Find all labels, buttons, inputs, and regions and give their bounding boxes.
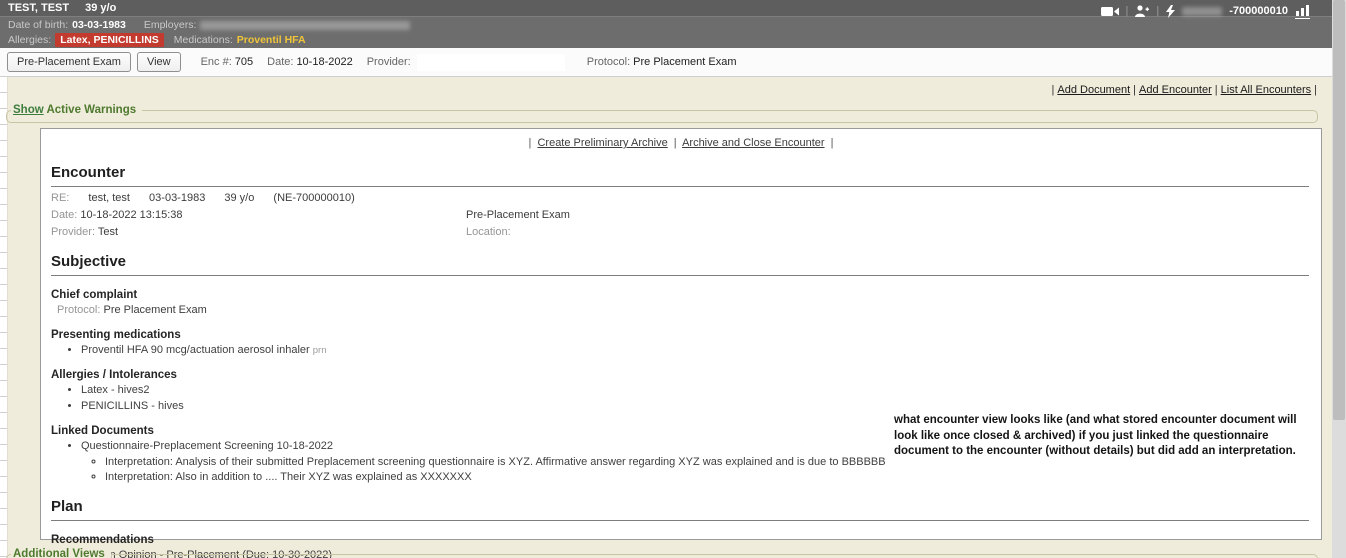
patient-allergy-row: Allergies: Latex, PENICILLINS Medication… (0, 32, 1332, 47)
vertical-scrollbar[interactable] (1332, 0, 1346, 558)
patient-age: 39 y/o (85, 2, 116, 14)
pre-placement-exam-button[interactable]: Pre-Placement Exam (7, 52, 131, 72)
re-age: 39 y/o (224, 192, 254, 204)
allergies-label: Allergies: (8, 34, 51, 46)
encounter-date-value: 10-18-2022 13:15:38 (80, 209, 182, 221)
encounter-panel: | Create Preliminary Archive | Archive a… (40, 128, 1322, 540)
encounter-re-line: RE: test, test 03-03-1983 39 y/o (NE-700… (51, 192, 1311, 204)
enc-date-label: Date: (267, 56, 293, 68)
reviewer-annotation-note: what encounter view looks like (and what… (894, 413, 1310, 460)
encounter-toolbar: Pre-Placement Exam View Enc #: 705 Date:… (0, 48, 1332, 77)
protocol-value: Pre Placement Exam (633, 56, 736, 68)
additional-views-fieldset: Additional Views (6, 554, 1318, 558)
encounter-provider-value: Test (98, 226, 118, 238)
re-dob: 03-03-1983 (149, 192, 205, 204)
left-ruler-strip (0, 77, 8, 558)
enc-date-value: 10-18-2022 (296, 56, 352, 68)
additional-views-legend: Additional Views (11, 548, 111, 558)
plan-section-heading: Plan (51, 498, 1309, 521)
presenting-medications-list: Proventil HFA 90 mcg/actuation aerosol i… (51, 344, 1311, 356)
active-warnings-legend: Show Active Warnings (11, 104, 142, 116)
employers-redacted-value (200, 21, 410, 30)
protocol-label: Protocol: (587, 56, 630, 68)
re-label: RE: (51, 192, 69, 204)
provider-redacted-value (417, 54, 565, 71)
encounter-date-label: Date: (51, 209, 77, 221)
medications-label: Medications: (174, 34, 233, 46)
re-id: (NE-700000010) (273, 192, 354, 204)
patient-name: TEST, TEST (8, 2, 69, 14)
show-warnings-link[interactable]: Show (13, 104, 44, 116)
chief-complaint-line: Protocol: Pre Placement Exam (51, 304, 1311, 316)
allergies-list: Latex - hives2 PENICILLINS - hives (51, 384, 1311, 412)
medication-item: Proventil HFA 90 mcg/actuation aerosol i… (81, 344, 1311, 356)
icon-separator: | (1126, 5, 1129, 17)
enc-number-label: Enc #: (201, 56, 232, 68)
add-person-icon[interactable] (1135, 5, 1149, 17)
medications-value: Proventil HFA (237, 34, 306, 46)
archive-and-close-link[interactable]: Archive and Close Encounter (682, 137, 824, 149)
icon-separator: | (1156, 5, 1159, 17)
archive-links-top: | Create Preliminary Archive | Archive a… (51, 137, 1311, 149)
active-warnings-title: Active Warnings (46, 104, 136, 116)
provider-label: Provider: (367, 56, 411, 68)
redacted-id-prefix (1182, 7, 1222, 16)
re-name: test, test (88, 192, 130, 204)
allergy-item: Latex - hives2 (81, 384, 1311, 396)
encounter-location-label: Location: (466, 226, 511, 238)
encounter-provider-row: Provider: Test Location: (51, 226, 1311, 238)
chief-complaint-protocol-value: Pre Placement Exam (103, 304, 206, 316)
medication-prn-suffix: prn (313, 345, 327, 356)
encounter-exam-type: Pre-Placement Exam (466, 209, 570, 221)
header-icon-cluster: | | -700000010 (1101, 4, 1310, 18)
create-preliminary-archive-link[interactable]: Create Preliminary Archive (537, 137, 667, 149)
subjective-section-heading: Subjective (51, 253, 1309, 276)
list-all-encounters-link[interactable]: List All Encounters (1221, 84, 1312, 96)
encounter-provider-label: Provider: (51, 226, 95, 238)
add-document-link[interactable]: Add Document (1057, 84, 1130, 96)
employers-label: Employers: (144, 19, 197, 31)
chief-complaint-protocol-label: Protocol: (57, 304, 100, 316)
video-camera-icon[interactable] (1101, 6, 1119, 17)
interpretations-list: Interpretation: Analysis of their submit… (81, 456, 1311, 483)
recommendations-heading: Recommendations (51, 534, 1311, 546)
presenting-medications-heading: Presenting medications (51, 329, 1311, 341)
allergy-badge: Latex, PENICILLINS (55, 33, 164, 47)
chief-complaint-heading: Chief complaint (51, 289, 1311, 301)
view-button[interactable]: View (137, 52, 181, 72)
enc-number-value: 705 (235, 56, 253, 68)
scrollbar-thumb[interactable] (1333, 0, 1345, 420)
chart-icon[interactable] (1295, 4, 1310, 19)
dob-label: Date of birth: (8, 19, 68, 31)
add-encounter-link[interactable]: Add Encounter (1139, 84, 1212, 96)
allergy-item: PENICILLINS - hives (81, 400, 1311, 412)
active-warnings-fieldset: Show Active Warnings (6, 110, 1318, 123)
record-number: -700000010 (1229, 5, 1288, 17)
dob-value: 03-03-1983 (72, 19, 126, 31)
document-nav-links: |Add Document|Add Encounter|List All Enc… (1049, 84, 1320, 96)
patient-header: TEST, TEST 39 y/o Date of birth: 03-03-1… (0, 0, 1332, 48)
allergies-heading: Allergies / Intolerances (51, 369, 1311, 381)
encounter-date-row: Date: 10-18-2022 13:15:38 Pre-Placement … (51, 209, 1311, 221)
interpretation-item: Interpretation: Also in addition to ....… (105, 471, 1311, 483)
encounter-section-heading: Encounter (51, 164, 1309, 187)
lightning-bolt-icon[interactable] (1166, 5, 1175, 18)
patient-dob-row: Date of birth: 03-03-1983 Employers: (0, 18, 1332, 32)
